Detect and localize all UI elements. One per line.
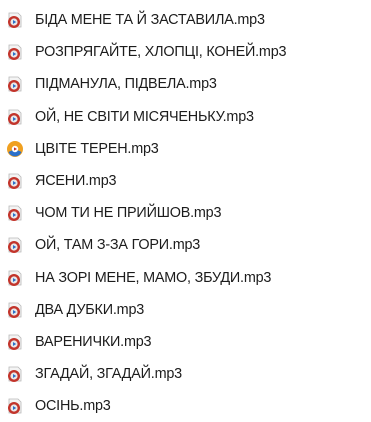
media-file-icon: [8, 238, 22, 254]
list-item[interactable]: ЦВІТЕ ТЕРЕН.mp3: [0, 133, 371, 165]
file-name: НА ЗОРІ МЕНЕ, МАМО, ЗБУДИ.mp3: [35, 269, 272, 286]
list-item[interactable]: ПІДМАНУЛА, ПІДВЕЛА.mp3: [0, 68, 371, 100]
file-name: ОЙ, НЕ СВІТИ МІСЯЧЕНЬКУ.mp3: [35, 108, 254, 125]
list-item[interactable]: ЗГАДАЙ, ЗГАДАЙ.mp3: [0, 358, 371, 390]
list-item[interactable]: РОЗПРЯГАЙТЕ, ХЛОПЦІ, КОНЕЙ.mp3: [0, 36, 371, 68]
file-name: ЯСЕНИ.mp3: [35, 173, 117, 190]
list-item[interactable]: ОСІНЬ.mp3: [0, 390, 371, 422]
media-file-icon: [8, 173, 22, 190]
media-file-icon: [8, 334, 22, 350]
file-name: ЗГАДАЙ, ЗГАДАЙ.mp3: [35, 366, 182, 383]
list-item[interactable]: ОЙ, НЕ СВІТИ МІСЯЧЕНЬКУ.mp3: [0, 101, 371, 133]
media-file-icon: [8, 44, 22, 61]
file-name: ПІДМАНУЛА, ПІДВЕЛА.mp3: [35, 76, 217, 93]
media-file-icon: [8, 12, 22, 29]
file-name: ЦВІТЕ ТЕРЕН.mp3: [35, 140, 159, 157]
file-name: ДВА ДУБКИ.mp3: [35, 301, 145, 318]
list-item[interactable]: НА ЗОРІ МЕНЕ, МАМО, ЗБУДИ.mp3: [0, 262, 371, 294]
file-name: БІДА МЕНЕ ТА Й ЗАСТАВИЛА.mp3: [35, 12, 265, 29]
media-file-icon: [8, 366, 22, 383]
media-file-icon: [8, 205, 22, 222]
media-file-icon: [8, 77, 22, 93]
list-item[interactable]: ОЙ, ТАМ З-ЗА ГОРИ.mp3: [0, 229, 371, 261]
file-name: РОЗПРЯГАЙТЕ, ХЛОПЦІ, КОНЕЙ.mp3: [35, 44, 287, 61]
list-item[interactable]: ЧОМ ТИ НЕ ПРИЙШОВ.mp3: [0, 197, 371, 229]
media-file-icon: [8, 270, 22, 286]
file-name: ОСІНЬ.mp3: [35, 398, 111, 415]
list-item[interactable]: ЯСЕНИ.mp3: [0, 165, 371, 197]
file-list: БІДА МЕНЕ ТА Й ЗАСТАВИЛА.mp3 РОЗПРЯГАЙТЕ…: [0, 4, 371, 422]
file-name: ОЙ, ТАМ З-ЗА ГОРИ.mp3: [35, 237, 201, 254]
file-name: ВАРЕНИЧКИ.mp3: [35, 333, 152, 350]
list-item[interactable]: ДВА ДУБКИ.mp3: [0, 294, 371, 326]
media-file-icon: [8, 109, 22, 125]
file-name: ЧОМ ТИ НЕ ПРИЙШОВ.mp3: [35, 205, 222, 222]
media-file-icon: [8, 302, 22, 318]
list-item[interactable]: БІДА МЕНЕ ТА Й ЗАСТАВИЛА.mp3: [0, 4, 371, 36]
media-player-icon: [7, 140, 23, 157]
list-item[interactable]: ВАРЕНИЧКИ.mp3: [0, 326, 371, 358]
media-file-icon: [8, 398, 22, 415]
